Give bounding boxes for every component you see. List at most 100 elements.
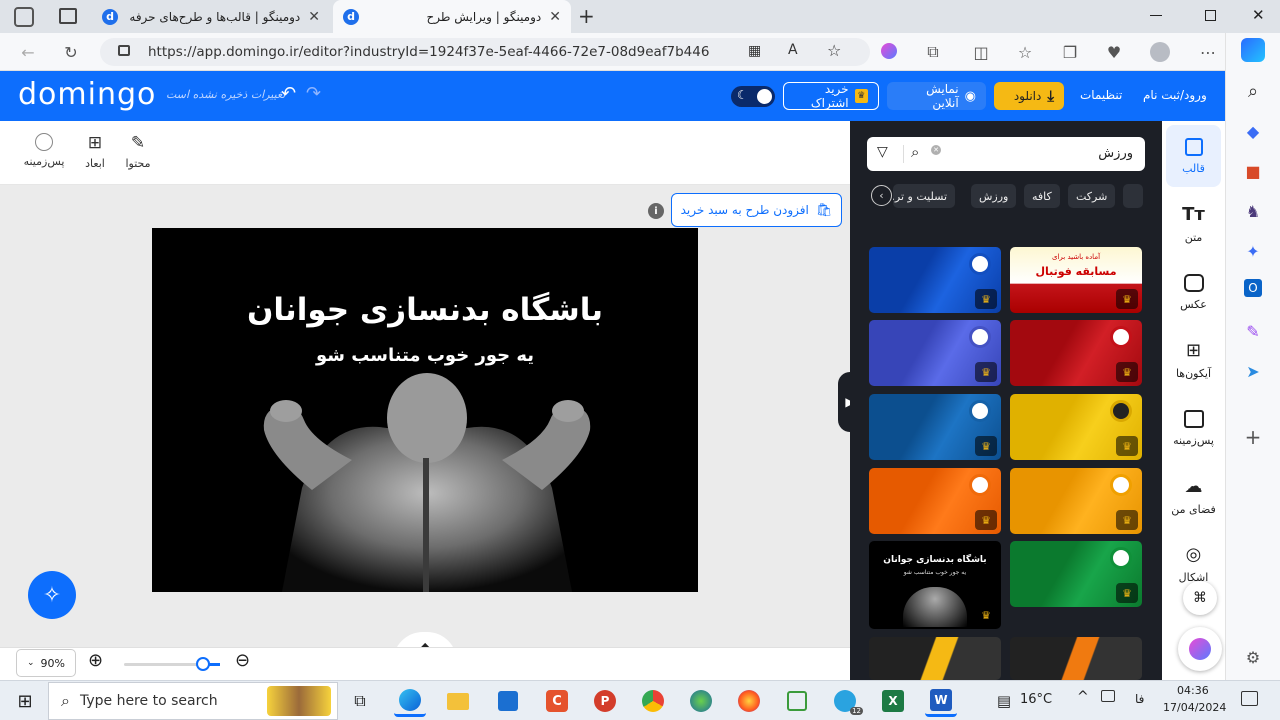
telegram-icon[interactable]: 12 xyxy=(829,685,863,717)
add-icon[interactable]: + xyxy=(1241,425,1265,449)
chip-condolence[interactable]: تسلیت و تر... xyxy=(893,184,955,208)
zoom-slider-knob[interactable] xyxy=(196,657,210,671)
new-tab-button[interactable]: + xyxy=(578,4,595,28)
back-icon[interactable]: ← xyxy=(15,39,41,65)
window-close-icon[interactable]: ✕ xyxy=(1252,6,1265,24)
taskbar-search-box[interactable]: ⌕ Type here to search xyxy=(48,682,338,720)
info-icon[interactable]: i xyxy=(648,203,664,219)
task-view-icon[interactable]: ⧉ xyxy=(344,685,376,717)
clock-time[interactable]: 04:36 xyxy=(1177,684,1209,697)
chrome-icon[interactable] xyxy=(637,685,669,717)
chips-left-arrow[interactable]: ‹ xyxy=(871,185,892,206)
zoom-select[interactable]: ⌄ 90% xyxy=(16,649,76,677)
edge-taskbar-icon[interactable] xyxy=(394,685,426,717)
outlook-icon[interactable]: O xyxy=(1244,279,1262,297)
designer-icon[interactable]: ✎ xyxy=(1241,319,1265,343)
app-p-icon[interactable]: P xyxy=(589,685,621,717)
chip-company[interactable]: شرکت xyxy=(1068,184,1116,208)
zoom-slider-track[interactable] xyxy=(124,657,220,671)
profile-avatar[interactable] xyxy=(1150,42,1170,62)
template-thumb-yellow[interactable]: ♛ xyxy=(1010,394,1142,460)
template-thumb-amber[interactable]: ♛ xyxy=(1010,468,1142,534)
settings-gear-icon[interactable]: ⚙ xyxy=(1241,645,1265,669)
online-preview-button[interactable]: ◉ نمایش آنلاین xyxy=(887,82,986,110)
app-available-icon[interactable]: ▦ xyxy=(748,43,761,59)
magic-wand-button[interactable]: ✧ xyxy=(28,571,76,619)
sidebar-item-text[interactable]: Tт متن xyxy=(1166,193,1221,255)
store-icon[interactable] xyxy=(492,685,524,717)
sidebar-item-icons[interactable]: ⊞ آیکون‌ها xyxy=(1166,329,1221,391)
favorite-star-icon[interactable]: ☆ xyxy=(827,41,841,60)
sidebar-item-background[interactable]: پس‌زمینه xyxy=(1166,397,1221,459)
login-link[interactable]: ورود/ثبت نام xyxy=(1143,88,1207,102)
tab-templates[interactable]: ✕ دومینگو | قالب‌ها و طرح‌های حرفه d xyxy=(92,0,330,33)
download-button[interactable]: ⤓ دانلود xyxy=(994,82,1064,110)
send-icon[interactable]: ➤ xyxy=(1241,359,1265,383)
collections-icon[interactable]: ❐ xyxy=(1057,39,1083,65)
chip-more[interactable] xyxy=(1123,184,1143,208)
performance-icon[interactable]: ♥ xyxy=(1101,39,1127,65)
shopping-tag-icon[interactable]: ◆ xyxy=(1241,119,1265,143)
windows-start-icon[interactable]: ⊞ xyxy=(9,685,41,717)
domingo-logo[interactable]: domingo xyxy=(18,77,156,112)
undo-icon[interactable]: ↶ xyxy=(281,83,296,104)
template-thumb-football[interactable]: آماده باشید برای مسابقه فوتبال ♛ xyxy=(1010,247,1142,313)
template-thumb-red[interactable]: ♛ xyxy=(1010,320,1142,386)
window-restore-icon[interactable] xyxy=(1205,10,1216,21)
content-tool[interactable]: ✎ محتوا xyxy=(118,133,158,170)
redo-icon[interactable]: ↷ xyxy=(306,83,321,104)
search-input[interactable]: ورزش ✕ ⌕ ▽ xyxy=(867,137,1145,171)
tab-editor[interactable]: ✕ دومینگو | ویرایش طرح d xyxy=(333,0,571,33)
zoom-out-icon[interactable]: ⊖ xyxy=(235,650,250,671)
excel-icon[interactable]: X xyxy=(877,685,909,717)
chip-cafe[interactable]: کافه xyxy=(1024,184,1060,208)
template-thumb-dark-orange[interactable] xyxy=(1010,637,1142,680)
sidebar-item-my-space[interactable]: ☁ فضای من xyxy=(1166,465,1221,527)
close-icon[interactable]: ✕ xyxy=(549,9,561,25)
chip-sport[interactable]: ورزش xyxy=(971,184,1017,208)
close-icon[interactable]: ✕ xyxy=(308,9,320,25)
favorites-icon[interactable]: ☆ xyxy=(1012,39,1038,65)
clock-date[interactable]: 17/04/2024 xyxy=(1163,701,1226,714)
notification-icon[interactable] xyxy=(1241,691,1258,706)
games-icon[interactable]: ♞ xyxy=(1241,199,1265,223)
translate-button[interactable]: ⌘ xyxy=(1183,581,1217,615)
template-thumb-gym[interactable]: باشگاه بدنسازی جوانان یه جور خوب متناسب … xyxy=(869,541,1001,629)
bodybuilder-image[interactable] xyxy=(152,228,698,592)
app-c-icon[interactable]: C xyxy=(541,685,573,717)
workspaces-icon[interactable] xyxy=(14,7,34,27)
zoom-in-icon[interactable]: ⊕ xyxy=(88,650,103,671)
search-icon[interactable]: ⌕ xyxy=(911,143,919,161)
extensions-icon[interactable]: ⧉ xyxy=(920,39,946,65)
read-aloud-icon[interactable]: A xyxy=(788,42,798,58)
design-canvas[interactable]: باشگاه بدنسازی جوانان یه جور خوب متناسب … xyxy=(152,228,698,592)
search-icon[interactable]: ⌕ xyxy=(1241,79,1265,103)
template-thumb-dark-yellow[interactable] xyxy=(869,637,1001,680)
split-screen-icon[interactable]: ◫ xyxy=(968,39,994,65)
template-thumb-orange[interactable]: ♛ xyxy=(869,468,1001,534)
window-minimize-icon[interactable] xyxy=(1150,15,1162,16)
dimensions-tool[interactable]: ⊞ ابعاد xyxy=(75,133,115,170)
globe-app-icon[interactable] xyxy=(685,685,717,717)
word-icon[interactable]: W xyxy=(925,685,957,717)
tray-chevron-icon[interactable]: ^ xyxy=(1077,689,1089,705)
background-tool[interactable]: پس‌زمینه xyxy=(24,133,64,168)
tools-briefcase-icon[interactable]: ■ xyxy=(1241,159,1265,183)
copilot-icon[interactable] xyxy=(1241,38,1265,62)
network-icon[interactable] xyxy=(1101,690,1115,702)
buy-subscription-button[interactable]: ♛ خرید اشتراک xyxy=(783,82,879,110)
filter-icon[interactable]: ▽ xyxy=(877,144,888,160)
url-field[interactable]: https://app.domingo.ir/editor?industryId… xyxy=(100,38,870,66)
sidebar-item-photo[interactable]: عکس xyxy=(1166,261,1221,323)
settings-link[interactable]: تنظیمات xyxy=(1080,88,1122,102)
tab-actions-icon[interactable] xyxy=(59,8,77,24)
add-to-cart-button[interactable]: 🛍 افزودن طرح به سبد خرید xyxy=(671,193,842,227)
copilot-extension-icon[interactable] xyxy=(881,43,897,59)
template-thumb-green[interactable]: ♛ xyxy=(1010,541,1142,607)
temperature[interactable]: 16°C xyxy=(1020,692,1052,707)
template-thumb-indigo[interactable]: ♛ xyxy=(869,320,1001,386)
file-explorer-icon[interactable] xyxy=(442,685,474,717)
green-app-icon[interactable] xyxy=(781,685,813,717)
refresh-icon[interactable]: ↻ xyxy=(58,39,84,65)
template-thumb-steel-blue[interactable]: ♛ xyxy=(869,394,1001,460)
